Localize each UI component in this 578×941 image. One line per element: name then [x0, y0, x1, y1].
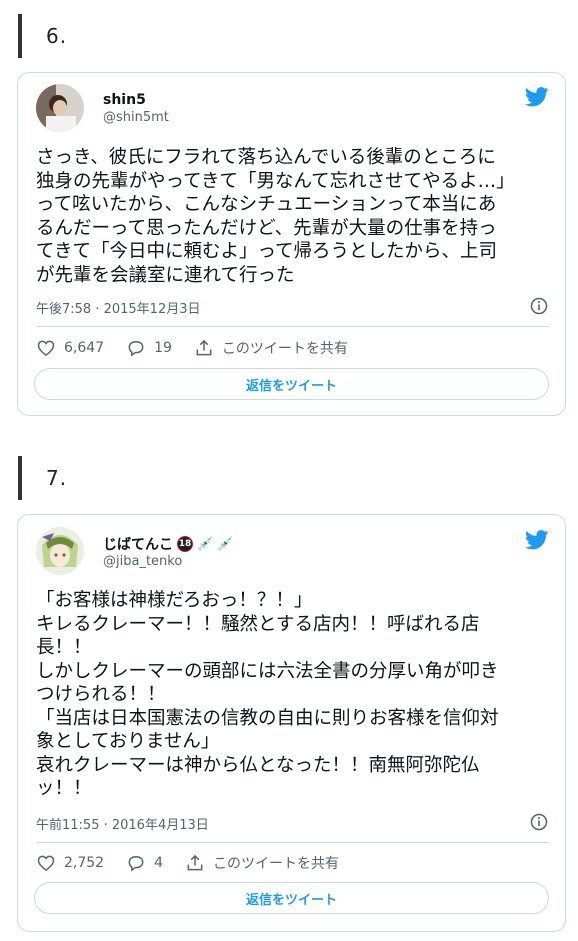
- tweet-timestamp[interactable]: 午後7:58 · 2015年12月3日: [36, 298, 201, 317]
- tweet-text: さっき、彼氏にフラれて落ち込んでいる後輩のところに 独身の先輩がやってきて「男な…: [36, 147, 515, 286]
- share-button[interactable]: このツイートを共有: [185, 853, 339, 873]
- heart-icon: [37, 340, 55, 356]
- syringe-icon: 💉: [217, 536, 234, 552]
- section-bar: [18, 456, 22, 500]
- reply-icon: [128, 340, 144, 357]
- reply-count: 19: [154, 340, 172, 356]
- share-label: このツイートを共有: [213, 856, 340, 872]
- reply-count: 4: [154, 855, 164, 871]
- reply-tweet-button[interactable]: 返信をツイート: [34, 368, 549, 400]
- tweet-timestamp[interactable]: 午前11:55 · 2016年4月13日: [36, 814, 209, 833]
- share-button[interactable]: このツイートを共有: [194, 338, 348, 358]
- reply-tweet-button[interactable]: 返信をツイート: [34, 882, 549, 914]
- tweet-actions: 2,752 4 このツイートを共有: [36, 853, 361, 873]
- divider: [36, 842, 549, 843]
- info-icon[interactable]: [530, 297, 548, 315]
- share-icon: [196, 339, 212, 356]
- section-number: 6.: [46, 24, 68, 48]
- syringe-icon: 💉: [197, 536, 214, 552]
- twitter-bird-icon[interactable]: [525, 530, 549, 550]
- reply-icon: [128, 855, 144, 872]
- section-bar: [18, 14, 22, 58]
- share-label: このツイートを共有: [221, 341, 348, 357]
- avatar[interactable]: [36, 527, 84, 575]
- heart-icon: [37, 855, 55, 871]
- like-button[interactable]: 2,752: [36, 853, 104, 873]
- reply-action[interactable]: 19: [126, 338, 172, 358]
- display-name[interactable]: じばてんこ 18 💉 💉: [103, 534, 233, 554]
- display-name-text[interactable]: じばてんこ: [103, 534, 173, 554]
- tweet-card[interactable]: じばてんこ 18 💉 💉 @jiba_tenko 「お客様は神様だろおっ！？！」…: [17, 514, 566, 932]
- section-heading-6: 6.: [18, 14, 67, 58]
- tweet-actions: 6,647 19 このツイートを共有: [36, 338, 370, 358]
- user-handle[interactable]: @shin5mt: [103, 110, 169, 125]
- twitter-bird-icon[interactable]: [525, 87, 549, 107]
- display-name[interactable]: shin5: [103, 92, 146, 108]
- display-name-text[interactable]: shin5: [103, 92, 146, 108]
- like-count: 6,647: [64, 340, 105, 356]
- reply-action[interactable]: 4: [126, 853, 163, 873]
- age-badge: 18: [177, 536, 193, 552]
- tweet-text: 「お客様は神様だろおっ！？！」 キレるクレーマー！！騒然とする店内！！呼ばれる店…: [36, 590, 499, 799]
- user-handle[interactable]: @jiba_tenko: [103, 554, 182, 569]
- section-number: 7.: [46, 466, 68, 490]
- divider: [36, 326, 549, 327]
- like-button[interactable]: 6,647: [36, 338, 104, 358]
- info-icon[interactable]: [530, 813, 548, 831]
- like-count: 2,752: [64, 855, 105, 871]
- section-heading-7: 7.: [18, 456, 67, 500]
- share-icon: [187, 854, 203, 871]
- tweet-card[interactable]: shin5 @shin5mt さっき、彼氏にフラれて落ち込んでいる後輩のところに…: [17, 72, 566, 416]
- avatar[interactable]: [36, 84, 84, 132]
